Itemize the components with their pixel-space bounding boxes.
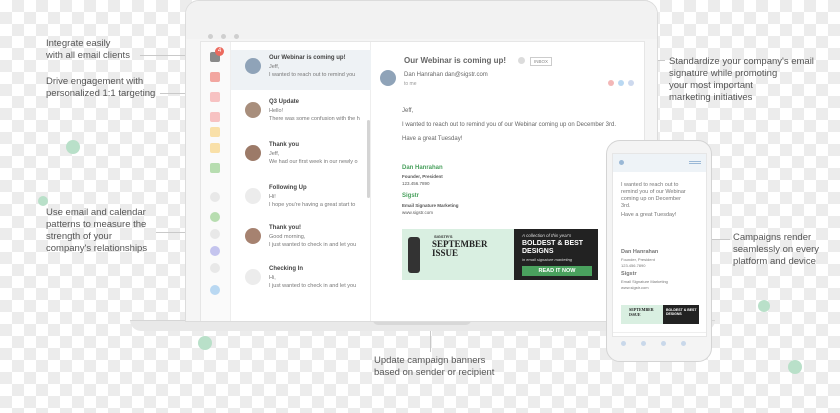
callout-integrate: Integrate easily with all email clients: [46, 38, 130, 61]
label-chip[interactable]: [210, 263, 220, 273]
label-chip[interactable]: [210, 127, 220, 137]
window-dot: [208, 34, 213, 39]
unread-badge: 4: [215, 47, 224, 56]
inbox-tag[interactable]: INBOX: [530, 57, 553, 66]
spotlight-graphic: [408, 237, 420, 273]
avatar: [245, 145, 261, 161]
email-client: 4 Our Webinar is coming up! Jeff, I want…: [200, 41, 645, 321]
phone-nav-dot[interactable]: [681, 341, 686, 346]
banner-subtitle: A collection of this year's: [522, 233, 572, 238]
list-item[interactable]: Following Up Hi! I hope you're having a …: [231, 180, 371, 220]
phone-sig-name: Dan Hanrahan: [621, 249, 659, 255]
phone-line1: I wanted to reach out to: [621, 182, 679, 188]
phone-footer: [613, 332, 706, 336]
label-chip[interactable]: [210, 92, 220, 102]
label-chip[interactable]: [210, 246, 220, 256]
phone-line3: coming up on December: [621, 196, 681, 202]
phone-sig-company: Sigstr: [621, 271, 637, 277]
list-item[interactable]: Thank you! Good morning, I just wanted t…: [231, 220, 371, 260]
phone-closing: Have a great Tuesday!: [621, 212, 677, 218]
menu-icon[interactable]: [689, 161, 701, 164]
window-dot: [234, 34, 239, 39]
label-chip[interactable]: [210, 163, 220, 173]
phone-sig-url[interactable]: www.sigstr.com: [621, 285, 649, 290]
signature-phone: 123.456.7890: [402, 181, 430, 186]
back-icon[interactable]: [619, 160, 624, 165]
decor-dot: [38, 196, 48, 206]
decor-dot: [66, 140, 80, 154]
decor-dot: [788, 360, 802, 374]
phone-nav-dot[interactable]: [641, 341, 646, 346]
banner-cta[interactable]: READ IT NOW: [522, 266, 592, 276]
label-chip[interactable]: [210, 112, 220, 122]
signature-tagline: Email Signature Marketing: [402, 203, 459, 208]
callout-use: Use email and calendar patterns to measu…: [46, 207, 148, 254]
left-rail: 4: [201, 42, 231, 321]
phone: I wanted to reach out to remind you of o…: [606, 140, 712, 362]
laptop: 4 Our Webinar is coming up! Jeff, I want…: [185, 0, 658, 322]
signature-name: Dan Hanrahan: [402, 165, 443, 171]
banner-headline: BOLDEST & BEST DESIGNS: [522, 240, 584, 255]
reply-icon[interactable]: [608, 80, 614, 86]
list-item[interactable]: Checking In Hi, I just wanted to check i…: [231, 261, 371, 301]
list-item[interactable]: Q3 Update Hello! There was some confusio…: [231, 94, 371, 134]
callout-standardize: Standardize your company's email signatu…: [669, 56, 814, 103]
phone-sig-title: Founder, President: [621, 257, 655, 262]
callout-campaigns: Campaigns render seamlessly on every pla…: [733, 232, 820, 267]
message-list: Our Webinar is coming up! Jeff, I wanted…: [231, 42, 371, 321]
banner-panel: A collection of this year's BOLDEST & BE…: [514, 229, 598, 280]
avatar: [245, 188, 261, 204]
star-icon[interactable]: [518, 57, 525, 64]
callout-update: Update campaign banners based on sender …: [374, 355, 495, 378]
avatar: [245, 58, 261, 74]
message-view: Our Webinar is coming up! INBOX Dan Hanr…: [372, 42, 644, 321]
avatar: [245, 228, 261, 244]
to-line[interactable]: to me: [404, 81, 417, 87]
label-chip[interactable]: [210, 229, 220, 239]
label-chip[interactable]: [210, 212, 220, 222]
message-closing: Have a great Tuesday!: [402, 136, 463, 142]
message-body: I wanted to reach out to remind you of o…: [402, 122, 617, 128]
phone-line2: remind you of our Webinar: [621, 189, 686, 195]
callout-drive: Drive engagement with personalized 1:1 t…: [46, 76, 156, 99]
callout-line: [712, 239, 730, 240]
banner-title: SEPTEMBER ISSUE: [432, 239, 488, 258]
decor-dot: [758, 300, 770, 312]
phone-campaign-banner[interactable]: SEPTEMBER ISSUE BOLDEST & BEST DESIGNS: [621, 305, 699, 324]
message-subject: Our Webinar is coming up!: [404, 56, 507, 65]
phone-screen: I wanted to reach out to remind you of o…: [612, 153, 707, 337]
label-chip[interactable]: [210, 72, 220, 82]
avatar: [245, 269, 261, 285]
phone-sig-phone: 123.456.7890: [621, 263, 646, 268]
campaign-banner[interactable]: SIGSTR'S SEPTEMBER ISSUE A collection of…: [402, 229, 598, 280]
phone-banner-headline: BOLDEST & BEST DESIGNS: [666, 308, 697, 316]
label-chip[interactable]: [210, 285, 220, 295]
avatar: [245, 102, 261, 118]
forward-icon[interactable]: [618, 80, 624, 86]
phone-nav-dot[interactable]: [621, 341, 626, 346]
more-icon[interactable]: [628, 80, 634, 86]
phone-banner-title: SEPTEMBER ISSUE: [629, 307, 654, 317]
list-item[interactable]: Our Webinar is coming up! Jeff, I wanted…: [231, 50, 371, 90]
phone-banner-panel: BOLDEST & BEST DESIGNS: [663, 305, 699, 324]
signature-company: Sigstr: [402, 193, 420, 199]
window-dot: [221, 34, 226, 39]
sender-line: Dan Hanrahan dan@sigstr.com: [404, 72, 488, 78]
phone-nav-dot[interactable]: [661, 341, 666, 346]
list-scrollbar[interactable]: [367, 120, 370, 198]
label-chip[interactable]: [210, 143, 220, 153]
banner-tail: in email signature marketing: [522, 257, 573, 262]
label-chip[interactable]: [210, 192, 220, 202]
phone-sig-tagline: Email Signature Marketing: [621, 279, 668, 284]
decor-dot: [198, 336, 212, 350]
message-greeting: Jeff,: [402, 108, 414, 114]
signature-url[interactable]: www.sigstr.com: [402, 210, 433, 215]
signature-title: Founder, President: [402, 174, 443, 179]
sender-avatar: [380, 70, 396, 86]
phone-line4: 3rd.: [621, 203, 631, 209]
list-item[interactable]: Thank you Jeff, We had our first week in…: [231, 137, 371, 177]
